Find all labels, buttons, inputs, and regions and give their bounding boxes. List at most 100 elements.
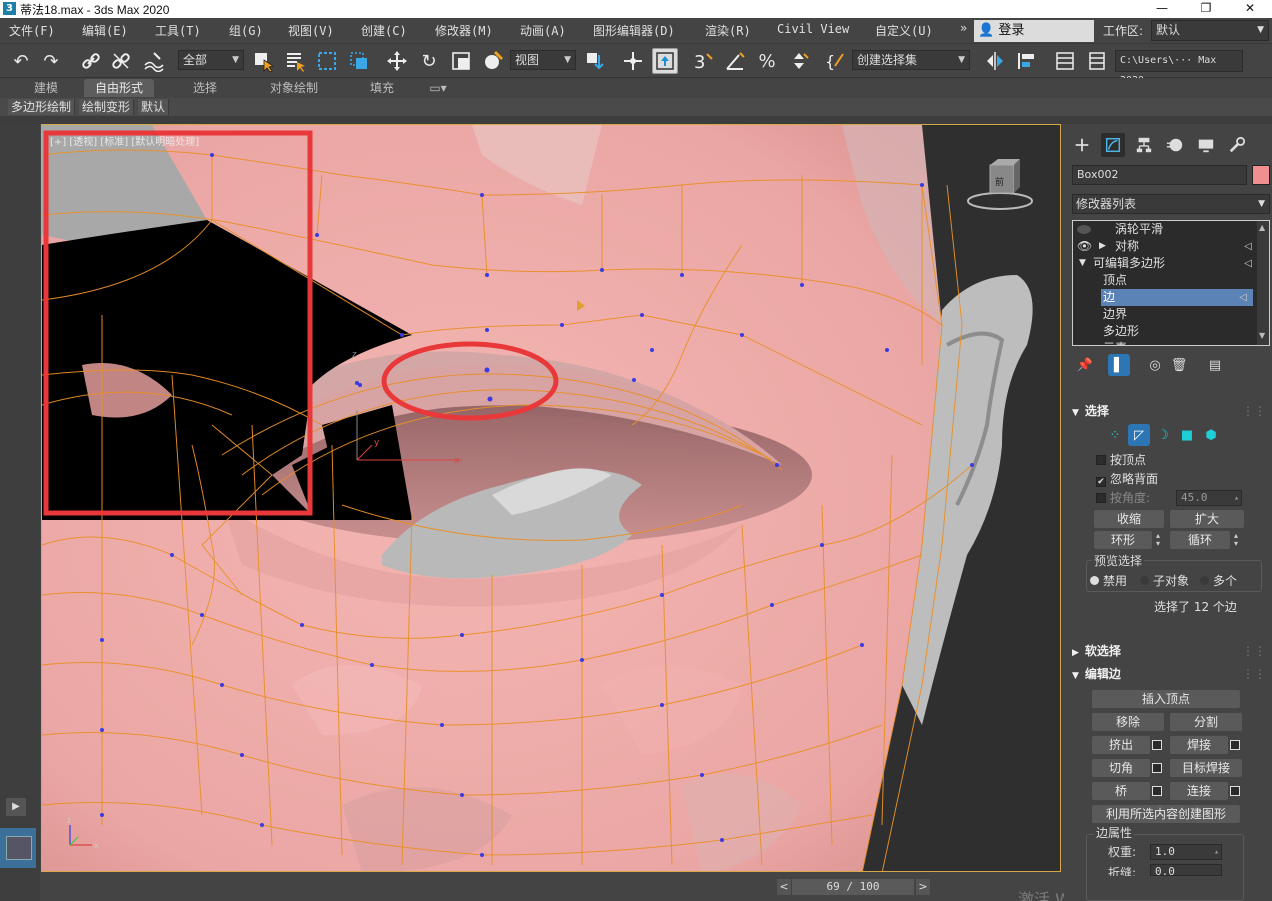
spinner-snap-icon[interactable] (786, 48, 812, 74)
select-object-icon[interactable] (250, 48, 276, 74)
utilities-tab-icon[interactable] (1225, 133, 1249, 157)
chevron-up-icon[interactable]: ▲ (1259, 223, 1265, 232)
undo-icon[interactable]: ↶ (8, 48, 34, 74)
mirror-icon[interactable] (982, 48, 1008, 74)
workspace-select[interactable]: 默认 ▼ (1151, 20, 1269, 41)
stack-item-edge[interactable]: 边 ◁ (1101, 289, 1253, 306)
preview-subobject-radio[interactable]: 子对象 (1140, 574, 1189, 588)
edit-named-selection-icon[interactable]: { (822, 48, 848, 74)
drag-handle-icon[interactable]: ⋮⋮ (1242, 642, 1266, 660)
menu-group[interactable]: 组(G) (229, 22, 263, 39)
ignore-backfacing-checkbox[interactable]: ✔ 忽略背面 (1096, 471, 1246, 487)
chevron-down-icon[interactable]: ▼ (1259, 331, 1265, 340)
tab-freeform[interactable]: 自由形式 (84, 79, 154, 97)
layer-explorer-icon[interactable] (1052, 48, 1078, 74)
menu-customize[interactable]: 自定义(U) (875, 22, 933, 39)
select-by-name-icon[interactable] (282, 48, 308, 74)
defaults-button[interactable]: 默认 (138, 99, 170, 115)
project-folder-path[interactable]: C:\Users\··· Max 2020 (1115, 50, 1243, 86)
window-crossing-icon[interactable] (346, 48, 372, 74)
unlink-icon[interactable] (108, 48, 134, 74)
polygon-mode-icon[interactable]: ■ (1176, 424, 1198, 446)
tab-populate[interactable]: 填充 (352, 79, 412, 97)
prev-frame-button[interactable]: < (777, 879, 791, 895)
login-button[interactable]: 👤 登录 (974, 20, 1094, 42)
link-icon[interactable] (78, 48, 104, 74)
stack-item-element[interactable]: 元素 (1073, 340, 1258, 345)
collapse-icon[interactable]: ▼ (1079, 255, 1086, 272)
select-manipulate-icon[interactable] (620, 48, 646, 74)
split-button[interactable]: 分割 (1170, 713, 1242, 731)
redo-icon[interactable]: ↷ (38, 48, 64, 74)
remove-button[interactable]: 移除 (1092, 713, 1164, 731)
preview-off-radio[interactable]: 禁用 (1090, 574, 1127, 588)
stack-item-polygon[interactable]: 多边形 (1073, 323, 1258, 340)
menu-modifiers[interactable]: 修改器(M) (435, 22, 493, 39)
grow-button[interactable]: 扩大 (1170, 510, 1244, 528)
pivot-center-icon[interactable] (582, 48, 608, 74)
stack-item-turbosmooth[interactable]: 涡轮平滑 (1073, 221, 1258, 238)
keyboard-shortcut-override-icon[interactable] (652, 48, 678, 74)
viewport-layout-button[interactable] (0, 828, 36, 868)
viewport-scene[interactable]: x y z 前 z x (42, 125, 1061, 872)
rotate-icon[interactable]: ↻ (416, 48, 442, 74)
menu-graph-editors[interactable]: 图形编辑器(D) (593, 22, 675, 39)
target-weld-button[interactable]: 目标焊接 (1170, 759, 1242, 777)
menu-overflow-icon[interactable]: » (960, 21, 967, 35)
shrink-button[interactable]: 收缩 (1094, 510, 1164, 528)
menu-file[interactable]: 文件(F) (9, 22, 55, 39)
configure-modifier-sets-icon[interactable]: ▤ (1204, 354, 1226, 376)
loop-button[interactable]: 循环 (1170, 531, 1230, 549)
remove-modifier-icon[interactable]: 🗑 (1168, 354, 1190, 376)
perspective-viewport[interactable]: x y z 前 z x [+] [透视] [标准] [默认明暗处理] (41, 124, 1061, 872)
display-tab-icon[interactable] (1194, 133, 1218, 157)
object-name-field[interactable]: Box002 (1072, 165, 1247, 185)
rectangular-selection-icon[interactable] (314, 48, 340, 74)
stack-item-border[interactable]: 边界 (1073, 306, 1258, 323)
align-icon[interactable] (1014, 48, 1040, 74)
stack-scrollbar[interactable]: ▲ ▼ (1257, 221, 1269, 345)
scale-icon[interactable] (448, 48, 474, 74)
expand-icon[interactable]: ▶ (6, 798, 26, 816)
modifier-list-select[interactable]: 修改器列表 ▼ (1072, 194, 1270, 214)
weld-settings-icon[interactable] (1230, 740, 1240, 750)
poly-draw-button[interactable]: 多边形绘制 (8, 99, 76, 115)
menu-rendering[interactable]: 渲染(R) (705, 22, 751, 39)
menu-views[interactable]: 视图(V) (288, 22, 334, 39)
connect-settings-icon[interactable] (1230, 786, 1240, 796)
weight-spinner[interactable]: 1.0▴▾ (1150, 844, 1222, 870)
tab-object-paint[interactable]: 对象绘制 (248, 79, 340, 97)
menu-create[interactable]: 创建(C) (361, 22, 407, 39)
edit-edges-rollout-header[interactable]: ▼ 编辑边 ⋮⋮ (1072, 665, 1270, 683)
soft-selection-rollout-header[interactable]: ▶ 软选择 ⋮⋮ (1072, 642, 1270, 660)
crease-spinner[interactable]: 0.0 (1150, 864, 1222, 876)
stack-item-symmetry[interactable]: 👁 ▶ 对称 ◁ (1073, 238, 1258, 255)
create-shape-button[interactable]: 利用所选内容创建图形 (1092, 805, 1240, 823)
viewport-label[interactable]: [+] [透视] [标准] [默认明暗处理] (50, 133, 199, 148)
chamfer-button[interactable]: 切角 (1092, 759, 1150, 777)
percent-snap-icon[interactable]: % (754, 48, 780, 74)
stack-item-vertex[interactable]: ⋯ 顶点 (1073, 272, 1258, 289)
time-slider-frame[interactable]: 69 / 100 (792, 879, 914, 895)
menu-edit[interactable]: 编辑(E) (82, 22, 128, 39)
object-color-swatch[interactable] (1252, 165, 1270, 185)
next-frame-button[interactable]: > (916, 879, 930, 895)
preview-multi-radio[interactable]: 多个 (1200, 574, 1237, 588)
motion-tab-icon[interactable] (1163, 133, 1187, 157)
named-selection-select[interactable]: 创建选择集 ▼ (852, 50, 970, 70)
snaps-toggle-icon[interactable]: 3 (690, 48, 716, 74)
vertex-mode-icon[interactable]: ⁘ (1104, 424, 1126, 446)
paint-deform-button[interactable]: 绘制变形 (79, 99, 135, 115)
minimize-button[interactable]: — (1140, 0, 1184, 18)
move-icon[interactable] (384, 48, 410, 74)
reference-coordinate-select[interactable]: 视图 ▼ (510, 50, 576, 70)
extrude-settings-icon[interactable] (1152, 740, 1162, 750)
pin-stack-icon[interactable]: 📌 (1074, 354, 1096, 376)
stack-item-editable-poly[interactable]: ▼ 可编辑多边形 ◁ (1073, 255, 1258, 272)
ring-button[interactable]: 环形 (1094, 531, 1152, 549)
hierarchy-tab-icon[interactable] (1132, 133, 1156, 157)
weld-button[interactable]: 焊接 (1170, 736, 1228, 754)
tab-modeling[interactable]: 建模 (8, 79, 84, 97)
bind-space-warp-icon[interactable] (140, 48, 166, 74)
eye-icon[interactable]: 👁 (1077, 238, 1092, 255)
